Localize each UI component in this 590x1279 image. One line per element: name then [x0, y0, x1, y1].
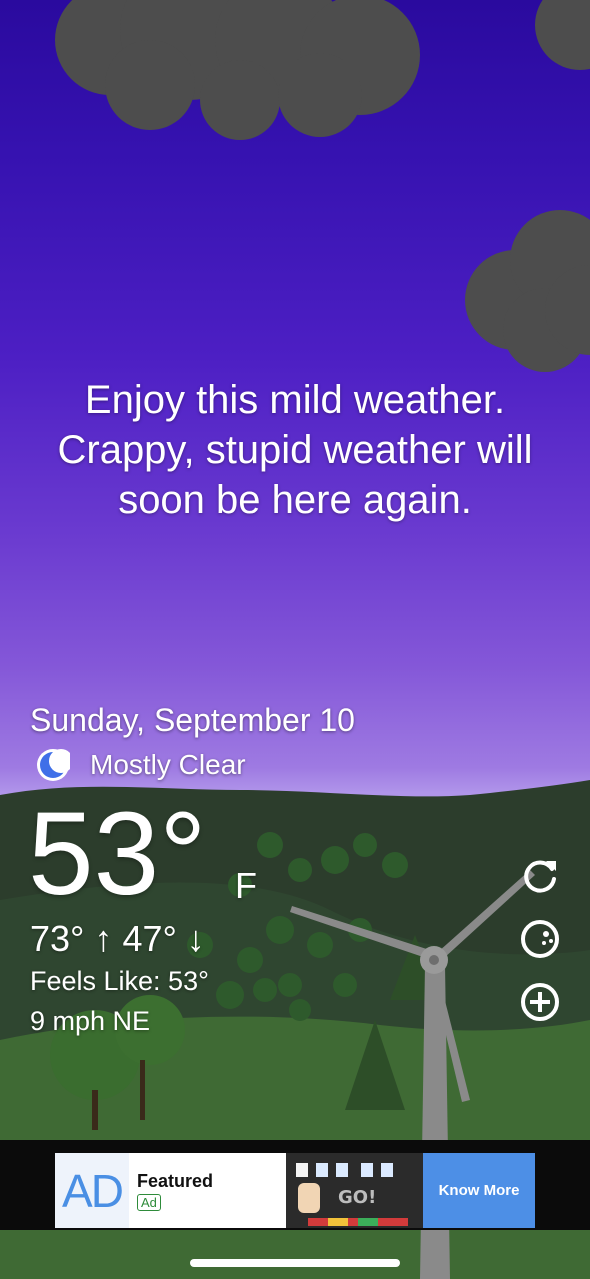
- ad-image-text: GO!: [338, 1187, 376, 1208]
- banner-ad[interactable]: AD Featured Ad GO! Know More: [55, 1153, 535, 1228]
- refresh-button[interactable]: [518, 855, 562, 899]
- ad-text-block: Featured Ad: [129, 1153, 286, 1228]
- add-location-icon: [521, 983, 559, 1021]
- current-date: Sunday, September 10: [30, 702, 355, 738]
- refresh-icon: [524, 860, 556, 893]
- cloud-top: [55, 0, 590, 140]
- weather-scene: [0, 0, 590, 1279]
- condition-text: Mostly Clear: [90, 749, 246, 780]
- radar-button[interactable]: [518, 917, 562, 961]
- ad-image: GO!: [286, 1153, 423, 1228]
- crescent-moon-icon: [37, 749, 70, 781]
- ad-game-graphic: GO!: [286, 1153, 423, 1228]
- condition-row: Mostly Clear: [36, 748, 246, 782]
- cloud-right: [465, 210, 590, 372]
- current-temperature: 53°: [28, 788, 207, 920]
- high-low-temperature: 73° ↑ 47° ↓: [30, 918, 205, 959]
- ad-title: Featured: [137, 1171, 214, 1191]
- radar-icon: [521, 920, 559, 958]
- ad-badge: Ad: [137, 1194, 161, 1211]
- weather-message: Enjoy this mild weather. Crappy, stupid …: [57, 378, 533, 522]
- home-indicator[interactable]: [190, 1259, 400, 1267]
- wind-info: 9 mph NE: [30, 1006, 151, 1036]
- add-location-button[interactable]: [518, 980, 562, 1024]
- ad-logo: AD: [55, 1153, 129, 1228]
- know-more-button[interactable]: Know More: [423, 1153, 535, 1228]
- temperature-unit[interactable]: F: [235, 865, 257, 907]
- feels-like: Feels Like: 53°: [30, 966, 209, 996]
